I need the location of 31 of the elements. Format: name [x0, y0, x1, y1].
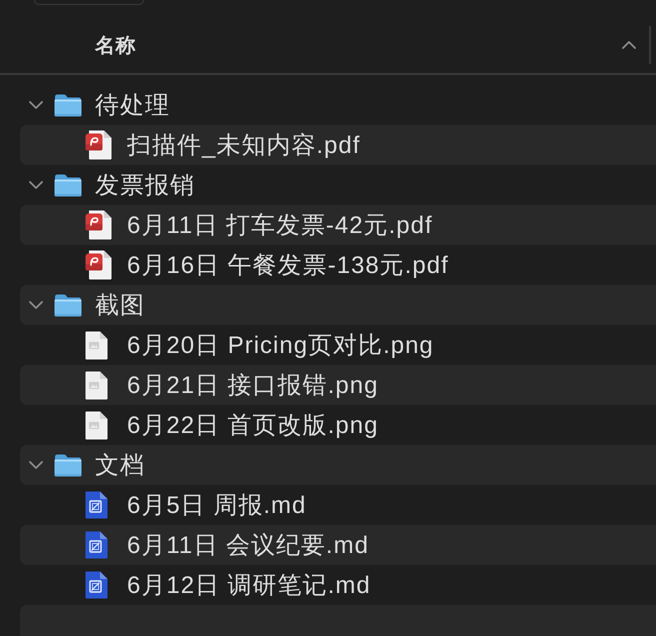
chevron-down-icon[interactable]: [29, 101, 43, 109]
image-file-icon: [85, 330, 108, 360]
image-file-icon: [85, 410, 108, 440]
file-name[interactable]: 6月22日 首页改版.png: [127, 409, 378, 441]
markdown-file-icon: [85, 531, 108, 559]
file-name[interactable]: 6月16日 午餐发票-138元.pdf: [127, 249, 449, 281]
folder-icon: [54, 94, 82, 116]
file-name[interactable]: 6月21日 接口报错.png: [127, 369, 378, 401]
folder-icon: [54, 294, 82, 316]
file-name[interactable]: 6月11日 打车发票-42元.pdf: [127, 209, 433, 241]
file-name[interactable]: 扫描件_未知内容.pdf: [127, 129, 360, 161]
chevron-down-icon[interactable]: [29, 301, 43, 309]
folder-name[interactable]: 文档: [95, 449, 145, 481]
folder-name[interactable]: 发票报销: [95, 169, 195, 201]
image-file-icon: [85, 370, 108, 400]
folder-icon: [54, 174, 82, 196]
pdf-file-icon: [85, 130, 112, 160]
chevron-down-icon[interactable]: [29, 181, 43, 189]
folder-name[interactable]: 待处理: [95, 89, 170, 121]
pdf-file-icon: [85, 210, 112, 240]
markdown-file-icon: [85, 571, 108, 599]
file-name[interactable]: 6月20日 Pricing页对比.png: [127, 329, 434, 361]
folder-name[interactable]: 截图: [95, 289, 145, 321]
file-name[interactable]: 6月12日 调研笔记.md: [127, 569, 371, 601]
column-header[interactable]: 名称: [95, 32, 136, 58]
file-name[interactable]: 6月11日 会议纪要.md: [127, 529, 369, 561]
chevron-down-icon[interactable]: [29, 461, 43, 469]
file-name[interactable]: 6月5日 周报.md: [127, 489, 306, 521]
pdf-file-icon: [85, 250, 112, 280]
folder-icon: [54, 454, 82, 476]
markdown-file-icon: [85, 491, 108, 519]
